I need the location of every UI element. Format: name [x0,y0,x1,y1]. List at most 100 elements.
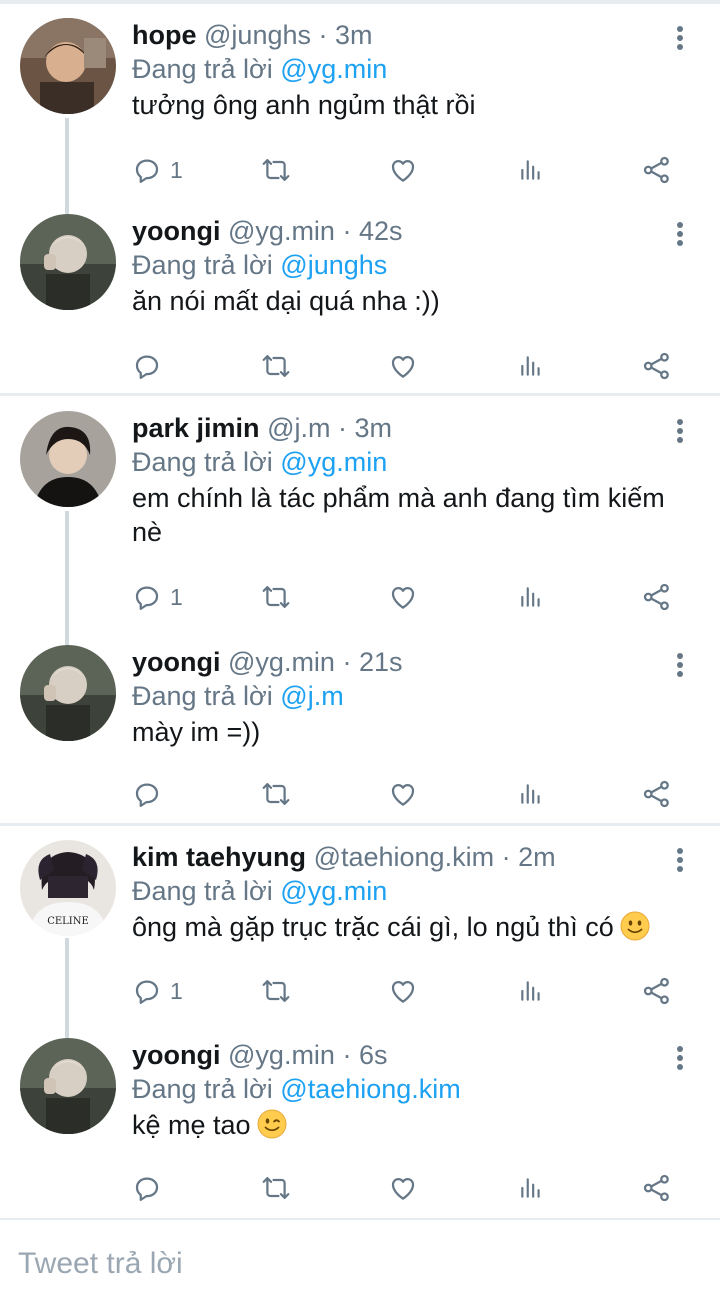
share-button[interactable] [642,346,672,386]
like-button[interactable] [388,1168,418,1208]
svg-text:CELINE: CELINE [47,916,89,927]
replying-to-link[interactable]: @yg.min [280,54,387,84]
author-handle[interactable]: @junghs [204,20,311,50]
reply-button[interactable]: 1 [132,971,183,1011]
more-options-icon[interactable] [672,419,688,449]
share-icon [643,1174,669,1202]
analytics-button[interactable] [518,971,544,1011]
tweet-actions: 1 [132,971,692,1011]
reply-icon [135,586,159,610]
retweet-button[interactable] [260,346,292,386]
replying-to-link[interactable]: @j.m [280,681,343,711]
analytics-button[interactable] [518,346,544,386]
author-handle[interactable]: @taehiong.kim [314,842,495,872]
analytics-button[interactable] [518,150,544,190]
share-button[interactable] [642,971,672,1011]
retweet-icon [262,159,290,181]
author-handle[interactable]: @yg.min [228,216,335,246]
author-name[interactable]: hope [132,20,197,50]
analytics-icon [521,160,540,180]
reply-count: 1 [170,977,183,1004]
retweet-icon [262,1177,290,1199]
like-icon [391,1177,415,1200]
author-name[interactable]: yoongi [132,216,221,246]
reply-button[interactable] [132,774,162,814]
analytics-icon [521,356,540,376]
author-handle[interactable]: @yg.min [228,647,335,677]
reply-button[interactable] [132,346,162,386]
timestamp: 2m [518,842,556,872]
thread-connector [65,511,69,645]
tweet-actions [132,1168,692,1208]
tweet-text: tưởng ông anh ngủm thật rồi [132,90,476,120]
analytics-button[interactable] [518,577,544,617]
like-button[interactable] [388,346,418,386]
reply-count: 1 [170,583,183,610]
author-name[interactable]: yoongi [132,647,221,677]
like-icon [391,355,415,378]
replying-to-link[interactable]: @junghs [280,250,387,280]
like-button[interactable] [388,577,418,617]
replying-to-label: Đang trả lời [132,447,273,477]
avatar-hope[interactable] [20,18,116,114]
retweet-button[interactable] [260,971,292,1011]
replying-to-link[interactable]: @yg.min [280,876,387,906]
reply-icon [135,355,159,379]
avatar-kim-taehyung[interactable]: CELINE [20,840,116,936]
tweet-text-row: kệ mẹ tao [132,1108,680,1142]
tweet-actions [132,774,692,814]
avatar-yoongi[interactable] [20,1038,116,1134]
like-icon [391,159,415,182]
share-icon [643,156,669,184]
timestamp: 42s [358,216,403,246]
reply-composer [0,1218,720,1307]
replying-to-link[interactable]: @yg.min [280,447,387,477]
more-options-icon[interactable] [672,1046,688,1076]
share-button[interactable] [642,774,672,814]
share-button[interactable] [642,1168,672,1208]
reply-count: 1 [170,156,183,183]
like-button[interactable] [388,774,418,814]
replying-to-link[interactable]: @taehiong.kim [280,1074,461,1104]
reply-button[interactable]: 1 [132,577,183,617]
reply-input[interactable] [18,1244,698,1284]
share-button[interactable] [642,577,672,617]
replying-to-label: Đang trả lời [132,876,273,906]
tweet-text: ông mà gặp trục trặc cái gì, lo ngủ thì … [132,912,614,942]
retweet-icon [262,783,290,805]
avatar-park-jimin[interactable] [20,411,116,507]
avatar-yoongi[interactable] [20,645,116,741]
tweet-text-row: ông mà gặp trục trặc cái gì, lo ngủ thì … [132,910,680,944]
more-options-icon[interactable] [672,222,688,252]
thread-divider [0,393,720,396]
timestamp: 3m [335,20,373,50]
like-button[interactable] [388,971,418,1011]
share-button[interactable] [642,150,672,190]
more-options-icon[interactable] [672,26,688,56]
more-options-icon[interactable] [672,848,688,878]
author-handle[interactable]: @j.m [267,413,330,443]
analytics-button[interactable] [518,1168,544,1208]
winking-face-emoji [257,1109,287,1139]
separator-dot: · [342,216,352,246]
separator-dot: · [337,413,347,443]
analytics-button[interactable] [518,774,544,814]
retweet-button[interactable] [260,150,292,190]
reply-button[interactable]: 1 [132,150,183,190]
retweet-button[interactable] [260,577,292,617]
like-icon [391,783,415,806]
reply-button[interactable] [132,1168,162,1208]
tweet-actions [132,346,692,386]
retweet-button[interactable] [260,1168,292,1208]
analytics-icon [521,587,540,607]
avatar-yoongi[interactable] [20,214,116,310]
retweet-button[interactable] [260,774,292,814]
more-options-icon[interactable] [672,653,688,683]
like-button[interactable] [388,150,418,190]
author-name[interactable]: kim taehyung [132,842,306,872]
author-name[interactable]: yoongi [132,1040,221,1070]
author-handle[interactable]: @yg.min [228,1040,335,1070]
separator-dot: · [318,20,328,50]
separator-dot: · [342,1040,352,1070]
author-name[interactable]: park jimin [132,413,260,443]
